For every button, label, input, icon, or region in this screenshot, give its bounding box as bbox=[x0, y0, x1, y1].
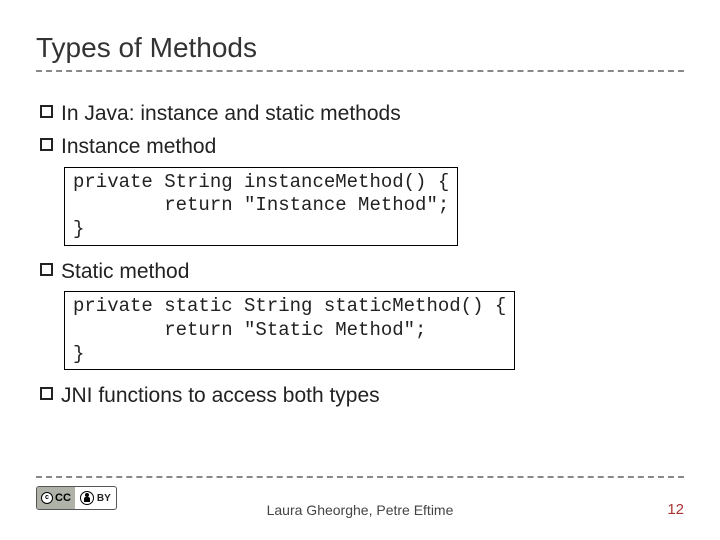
bullet-item: In Java: instance and static methods bbox=[40, 100, 684, 127]
bullet-box-icon bbox=[40, 263, 53, 276]
footer-divider bbox=[36, 476, 684, 478]
slide: Types of Methods In Java: instance and s… bbox=[0, 0, 720, 540]
bullet-text: Instance method bbox=[61, 133, 216, 160]
bullet-item: Static method bbox=[40, 258, 684, 285]
footer-authors: Laura Gheorghe, Petre Eftime bbox=[36, 502, 684, 518]
bullet-text: JNI functions to access both types bbox=[61, 382, 380, 409]
code-block-instance: private String instanceMethod() { return… bbox=[64, 167, 458, 246]
slide-title: Types of Methods bbox=[36, 32, 684, 64]
title-divider bbox=[36, 70, 684, 72]
page-number: 12 bbox=[667, 501, 684, 518]
bullet-text: In Java: instance and static methods bbox=[61, 100, 401, 127]
bullet-box-icon bbox=[40, 387, 53, 400]
code-block-static: private static String staticMethod() { r… bbox=[64, 291, 515, 370]
bullet-text: Static method bbox=[61, 258, 189, 285]
slide-footer: c CC BY Laura Gheorghe, Petre Eftime 12 bbox=[36, 486, 684, 520]
bullet-item: JNI functions to access both types bbox=[40, 382, 684, 409]
bullet-box-icon bbox=[40, 138, 53, 151]
bullet-item: Instance method bbox=[40, 133, 684, 160]
bullet-box-icon bbox=[40, 105, 53, 118]
slide-content: In Java: instance and static methods Ins… bbox=[36, 100, 684, 410]
